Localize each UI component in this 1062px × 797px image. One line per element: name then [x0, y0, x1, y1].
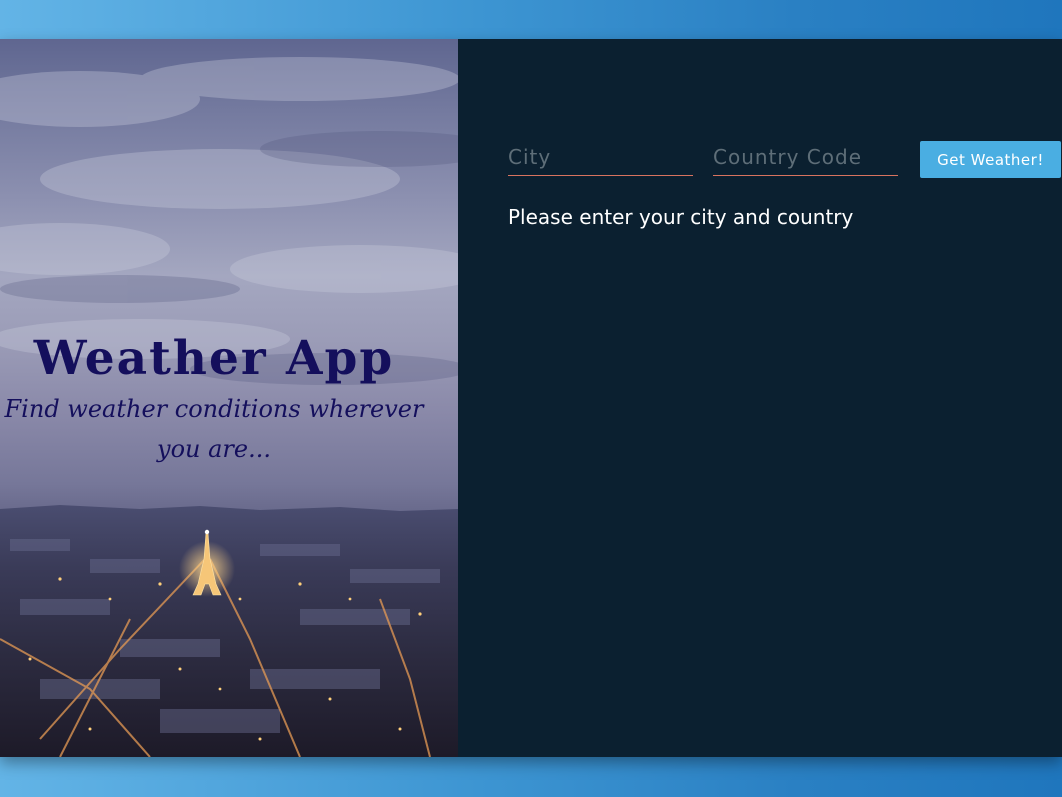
- city-field: [508, 139, 693, 176]
- country-code-field: [713, 139, 898, 176]
- hero-panel: Weather App Find weather conditions wher…: [0, 39, 458, 757]
- country-code-input[interactable]: [713, 141, 898, 175]
- weather-form-panel: Get Weather! Please enter your city and …: [458, 39, 1062, 757]
- weather-app-window: Weather App Find weather conditions wher…: [0, 39, 1062, 757]
- app-title: Weather App: [33, 331, 395, 386]
- weather-search-form: Get Weather!: [508, 139, 1061, 178]
- hero-text: Weather App Find weather conditions wher…: [0, 329, 428, 469]
- get-weather-button[interactable]: Get Weather!: [920, 141, 1061, 178]
- city-input[interactable]: [508, 141, 693, 175]
- app-tagline: Find weather conditions wherever you are…: [4, 395, 424, 463]
- status-message: Please enter your city and country: [508, 205, 854, 229]
